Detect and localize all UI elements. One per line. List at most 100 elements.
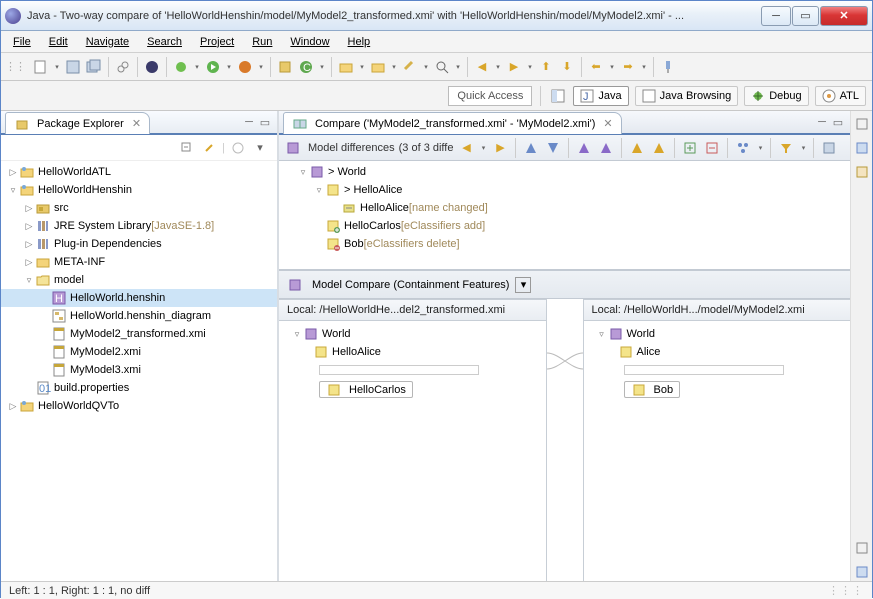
expander-icon[interactable]: ▷ — [23, 203, 35, 214]
menu-file[interactable]: File — [5, 34, 39, 50]
tree-node[interactable]: ▷HelloWorldATL — [1, 163, 277, 181]
accept-left-icon[interactable] — [628, 139, 646, 157]
add-icon[interactable] — [681, 139, 699, 157]
back-drop[interactable]: ▾ — [608, 63, 616, 71]
tree-node[interactable]: HelloCarlos [eClassifiers add] — [279, 217, 850, 235]
tree-node[interactable]: MyModel2.xmi — [1, 343, 277, 361]
compare-left-body[interactable]: ▿World HelloAlice HelloCarlos — [279, 321, 546, 581]
menu-search[interactable]: Search — [139, 34, 190, 50]
group-icon[interactable] — [734, 139, 752, 157]
expander-icon[interactable]: ▷ — [7, 167, 19, 178]
collapse-all-icon[interactable] — [178, 139, 196, 157]
search2-icon[interactable] — [401, 58, 419, 76]
toolbar-grip[interactable]: ⋮⋮ — [5, 60, 25, 73]
filter-icon[interactable] — [777, 139, 795, 157]
expander-icon[interactable]: ▿ — [291, 329, 303, 340]
expander-icon[interactable]: ▿ — [596, 329, 608, 340]
tree-node[interactable]: HHelloWorld.henshin — [1, 289, 277, 307]
tree-node[interactable]: ▷META-INF — [1, 253, 277, 271]
expand-diff-icon[interactable] — [522, 139, 540, 157]
openfolder-icon[interactable] — [337, 58, 355, 76]
perspective-java[interactable]: J Java — [573, 86, 628, 106]
remove-icon[interactable] — [703, 139, 721, 157]
search-icon[interactable] — [433, 58, 451, 76]
restore-view2-icon[interactable] — [853, 539, 871, 557]
nav-prev-drop[interactable]: ▾ — [494, 63, 502, 71]
close-tab-icon[interactable]: ✕ — [132, 117, 141, 130]
tree-node[interactable]: Bob [eClassifiers delete] — [279, 235, 850, 253]
tree-node[interactable]: MyModel3.xmi — [1, 361, 277, 379]
expander-icon[interactable]: ▷ — [23, 221, 35, 232]
tree-node[interactable]: ▿> HelloAlice — [279, 181, 850, 199]
minimize-editor-icon[interactable]: ─ — [814, 114, 830, 130]
opentype-icon[interactable] — [369, 58, 387, 76]
newclass-icon[interactable]: C — [297, 58, 315, 76]
maximize-editor-icon[interactable]: ▭ — [830, 114, 846, 130]
run-icon[interactable] — [204, 58, 222, 76]
model-compare-dropdown[interactable]: ▾ — [515, 277, 531, 293]
nav-next-drop[interactable]: ▾ — [526, 63, 534, 71]
collapse-diff-icon[interactable] — [544, 139, 562, 157]
accept-right-icon[interactable] — [650, 139, 668, 157]
opentype-dropdown[interactable]: ▾ — [390, 63, 398, 71]
tree-node[interactable]: ▷JRE System Library [JavaSE-1.8] — [1, 217, 277, 235]
group-drop[interactable]: ▾ — [756, 144, 764, 152]
menu-help[interactable]: Help — [340, 34, 379, 50]
nav-next-icon[interactable]: ▶ — [505, 58, 523, 76]
new-icon[interactable] — [32, 58, 50, 76]
open-perspective-icon[interactable] — [549, 87, 567, 105]
expander-icon[interactable]: ▷ — [7, 401, 19, 412]
menu-run[interactable]: Run — [244, 34, 280, 50]
run-dropdown[interactable]: ▾ — [225, 63, 233, 71]
forward-drop[interactable]: ▾ — [640, 63, 648, 71]
coverage-dropdown[interactable]: ▾ — [257, 63, 265, 71]
package-explorer-tab[interactable]: Package Explorer ✕ — [5, 112, 150, 134]
diff-tree[interactable]: ▿> World▿> HelloAliceHelloAlice [name ch… — [279, 161, 850, 271]
problems-view-icon[interactable] — [853, 563, 871, 581]
tree-node[interactable]: HelloAlice [name changed] — [279, 199, 850, 217]
tree-node[interactable]: ▿> World — [279, 163, 850, 181]
nav-prev-icon[interactable]: ◀ — [473, 58, 491, 76]
tasks-view-icon[interactable] — [853, 163, 871, 181]
package-explorer-tree[interactable]: ▷HelloWorldATL▿HelloWorldHenshin▷src▷JRE… — [1, 161, 277, 581]
close-compare-tab-icon[interactable]: ✕ — [603, 117, 612, 130]
tree-node[interactable]: MyModel2_transformed.xmi — [1, 325, 277, 343]
minimize-button[interactable]: ─ — [761, 6, 791, 26]
perspective-java-browsing[interactable]: Java Browsing — [635, 86, 739, 106]
focus-icon[interactable] — [229, 139, 247, 157]
tree-node[interactable]: ▿HelloWorldHenshin — [1, 181, 277, 199]
maximize-view-icon[interactable]: ▭ — [257, 114, 273, 130]
menu-window[interactable]: Window — [282, 34, 337, 50]
expander-icon[interactable]: ▿ — [7, 185, 19, 196]
link-icon[interactable] — [114, 58, 132, 76]
tree-node[interactable]: HelloWorld.henshin_diagram — [1, 307, 277, 325]
restore-view-icon[interactable] — [853, 115, 871, 133]
menu-navigate[interactable]: Navigate — [78, 34, 137, 50]
close-button[interactable]: ✕ — [820, 6, 868, 26]
save-icon[interactable] — [64, 58, 82, 76]
search2-dropdown[interactable]: ▾ — [422, 63, 430, 71]
expander-icon[interactable]: ▿ — [313, 185, 325, 196]
tree-node[interactable]: ▷Plug-in Dependencies — [1, 235, 277, 253]
compare-right-body[interactable]: ▿World Alice Bob — [584, 321, 851, 581]
menu-project[interactable]: Project — [192, 34, 242, 50]
perspective-debug[interactable]: Debug — [744, 86, 808, 106]
back-icon[interactable]: ⬅ — [587, 58, 605, 76]
nav-down-icon[interactable]: ⬇ — [558, 58, 576, 76]
compare-tab[interactable]: Compare ('MyModel2_transformed.xmi' - 'M… — [283, 112, 622, 134]
prev-diff-drop[interactable]: ▾ — [479, 144, 487, 152]
next-diff-icon[interactable]: ▶ — [491, 139, 509, 157]
link-editor-icon[interactable] — [200, 139, 218, 157]
perspective-atl[interactable]: ATL — [815, 86, 866, 106]
tree-node[interactable]: 010build.properties — [1, 379, 277, 397]
merge-right-icon[interactable] — [597, 139, 615, 157]
nav-up-icon[interactable]: ⬆ — [537, 58, 555, 76]
debug-dropdown[interactable]: ▾ — [193, 63, 201, 71]
expander-icon[interactable]: ▷ — [23, 257, 35, 268]
quick-access[interactable]: Quick Access — [448, 86, 532, 106]
forward-icon[interactable]: ➡ — [619, 58, 637, 76]
newclass-dropdown[interactable]: ▾ — [318, 63, 326, 71]
expander-icon[interactable]: ▿ — [297, 167, 309, 178]
newpkg-icon[interactable] — [276, 58, 294, 76]
debug-icon[interactable] — [172, 58, 190, 76]
